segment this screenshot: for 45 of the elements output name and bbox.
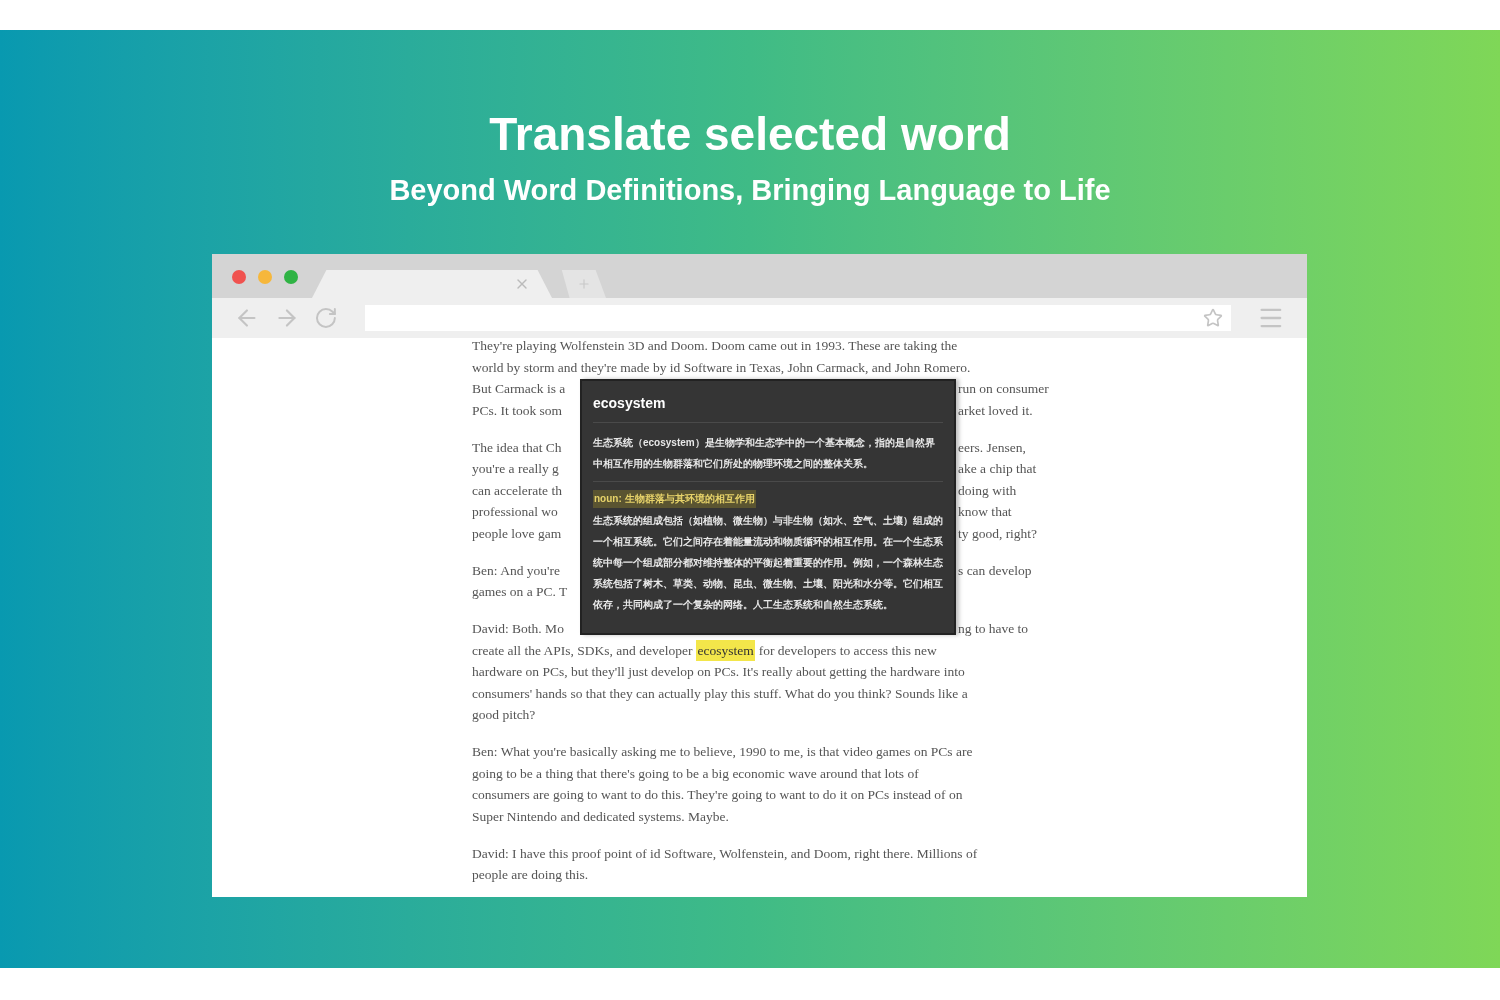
article-line: you're a really g (472, 461, 559, 476)
article-line: professional wo (472, 504, 558, 519)
popup-word: ecosystem (593, 394, 667, 413)
banner-title: Translate selected word (489, 107, 1011, 162)
address-bar[interactable] (365, 305, 1232, 331)
article-line: consumers are going to want to do this. They're going to want to do it on PCs instead of on (472, 786, 964, 804)
article-line: ng to have to (958, 620, 1029, 638)
article-line: David: Both. Mo (472, 621, 564, 636)
article-line: games on a PC. T (472, 584, 568, 599)
article-line: consumers' hands so that they can actually play this stuff. What do you think? Sounds like a (472, 684, 969, 703)
article-line: The idea that Ch (472, 439, 562, 455)
banner-subtitle: Beyond Word Definitions, Bringing Language to Life (389, 173, 1111, 208)
article-line: s can develop (958, 561, 1032, 580)
close-window-button[interactable] (232, 270, 246, 284)
popup-summary: 生态系统（ecosystem）是生物学和生态学中的一个基本概念，指的是自然界中相互作用的生物群落和它们所处的物理环境之间的整体关系。 (593, 436, 936, 471)
article-line: PCs. It took som (472, 402, 563, 418)
article-line: David: I have this proof point of id Software, Wolfenstein, and Doom, right there. Millions of (472, 844, 979, 863)
article-line: run on consumer (958, 380, 1049, 398)
article-line: ake a chip that (958, 460, 1037, 478)
article-line: hardware on PCs, but they'll just develop on PCs. It's really about getting the hardware into (472, 663, 966, 681)
article-line: But Carmack is a (472, 381, 566, 396)
article-line: They're playing Wolfenstein 3D and Doom. Doom came out in 1993. These are taking the (472, 338, 959, 355)
article-line: people are doing this. (472, 866, 590, 884)
article-line: doing with (958, 481, 1017, 500)
star-icon[interactable] (1203, 308, 1224, 328)
article-line: Ben: And you're (472, 562, 560, 578)
highlighted-word[interactable]: ecosystem (696, 639, 755, 661)
article-line: world by storm and they're made by id Software in Texas, John Carmack, and John Romero. (472, 358, 972, 377)
article-line: can accelerate th (472, 482, 562, 498)
article-line: good pitch? (472, 706, 537, 724)
article-line: arket loved it. (958, 401, 1033, 420)
popup-definition: 生态系统的组成包括（如植物、微生物）与非生物（如水、空气、土壤）组成的一个相互系统。它们之间存在着能量流动和物质循环的相互作用。在一个生态系统中每一个组成部分都对维持整体的平衡起着重要的作用。例如，一个森林生态系统包括了树木、草类、动物、昆虫、微生物、土壤、阳光和水分等。它们相互依存，共同构成了一个复杂的网络。人工生态系统和自然生态系统。 (593, 514, 943, 612)
article-line: know that (958, 503, 1012, 521)
article-line: Super Nintendo and dedicated systems. Maybe. (472, 807, 730, 826)
article-line: eers. Jensen, (958, 438, 1026, 457)
article-line: going to be a thing that there's going to be a big economic wave around that lots of (472, 764, 920, 783)
article-line: for developers to access this new (758, 641, 937, 660)
popup-sense: noun: 生物群落与其环境的相互作用 (593, 490, 756, 508)
article-line: people love gam (472, 525, 562, 541)
minimize-window-button[interactable] (258, 270, 272, 284)
article-line: ty good, right? (958, 524, 1038, 543)
article-line: Ben: What you're basically asking me to believe, 1990 to me, is that video games on PCs are (472, 743, 974, 761)
reload-icon[interactable] (313, 306, 338, 330)
article-line: create all the APIs, SDKs, and developer (472, 641, 693, 660)
maximize-window-button[interactable] (284, 270, 298, 284)
